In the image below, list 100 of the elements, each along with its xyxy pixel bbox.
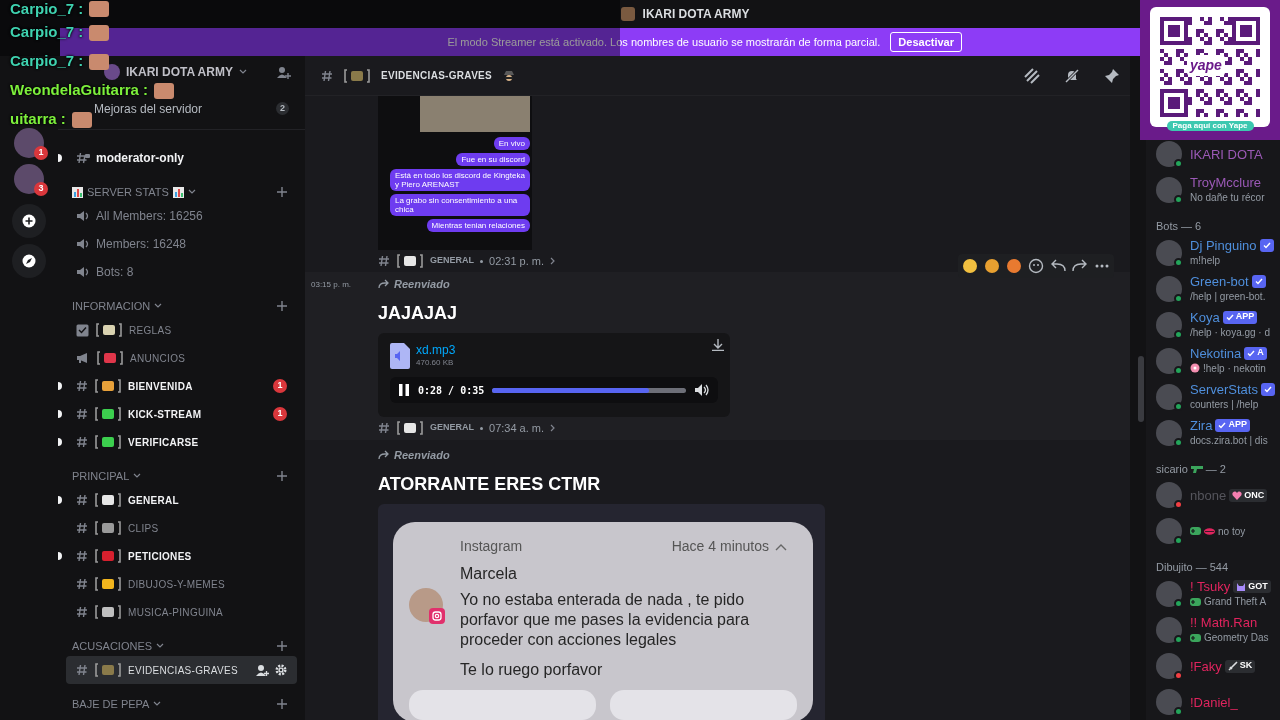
plus-icon[interactable] [277, 641, 287, 651]
member-item[interactable]: Dj Pinguino m!help [1156, 234, 1280, 271]
member-item[interactable]: IKARI DOTA [1156, 136, 1280, 172]
member-activity: m!help [1190, 253, 1220, 268]
pin-icon[interactable] [1104, 67, 1120, 84]
member-item[interactable]: no toy [1156, 513, 1280, 550]
channel-item[interactable]: KICK-STREAM 1 [66, 400, 297, 428]
channel-item[interactable]: PETICIONES [66, 542, 297, 570]
threads-icon[interactable] [1024, 67, 1040, 84]
chat-username: Carpio_7 : [10, 0, 84, 19]
chat-username: WeondelaGuitarra : [10, 80, 149, 101]
app-name: Instagram [460, 537, 524, 556]
volume-icon[interactable] [694, 383, 710, 397]
member-item[interactable]: !Daniel_ [1156, 684, 1280, 720]
add-reaction-icon[interactable] [1028, 258, 1044, 274]
hash-icon [76, 606, 88, 618]
add-server-button[interactable] [12, 204, 46, 238]
message-text: ATORRANTE ERES CTMR [378, 472, 602, 496]
member-activity: docs.zira.bot | dis [1190, 433, 1268, 448]
hash-icon [321, 69, 333, 82]
plus-icon[interactable] [277, 699, 287, 709]
forward-icon[interactable] [1072, 258, 1088, 274]
source-timestamp[interactable]: 02:31 p. m. [489, 252, 545, 270]
spy-icon [502, 68, 517, 83]
server-boost-link[interactable]: Mejoras del servidor [94, 99, 203, 118]
channel-item[interactable]: EVIDENCIAS-GRAVES [66, 656, 297, 684]
plus-icon[interactable] [277, 187, 287, 197]
member-item[interactable]: Koya APP /help · koya.gg · d [1156, 306, 1280, 343]
member-activity: /help | green-bot. [1190, 289, 1266, 304]
avatar-placeholder [1156, 239, 1182, 266]
file-name-link[interactable]: xd.mp3 [416, 343, 456, 357]
category-header[interactable]: ACUSACIONES [72, 637, 153, 655]
hash-icon [76, 664, 88, 676]
chevron-down-icon [154, 303, 163, 309]
member-activity: Geometry Das [1204, 631, 1269, 645]
channel-item[interactable]: CLIPS [66, 514, 297, 542]
member-item[interactable]: ! Tsuky GOT Grand Theft A [1156, 576, 1280, 612]
reaction-emoji-icon[interactable] [984, 258, 1000, 274]
member-item[interactable]: !! Math.Ran Geometry Das [1156, 612, 1280, 648]
add-member-icon[interactable] [256, 664, 269, 676]
checklist-icon [76, 323, 89, 337]
reaction-emoji-icon[interactable] [1006, 258, 1022, 274]
deactivate-button[interactable]: Desactivar [890, 32, 962, 52]
channel-item[interactable]: VERIFICARSE [66, 428, 297, 456]
pause-icon[interactable] [398, 383, 410, 397]
chevron-down-icon [187, 189, 196, 195]
member-item[interactable]: !Faky SK [1156, 648, 1280, 684]
member-count: — 544 [1195, 560, 1229, 576]
plus-icon[interactable] [277, 301, 287, 311]
reaction-emoji-icon[interactable] [962, 258, 978, 274]
category-header[interactable]: BAJE DE PEPA [72, 695, 150, 713]
member-item[interactable]: TroyMcclure No dañe tu récor [1156, 172, 1280, 208]
add-member-icon[interactable] [277, 65, 291, 79]
category-header[interactable]: INFORMACION [72, 297, 151, 315]
member-item[interactable]: nbone ONC [1156, 477, 1280, 514]
discover-button[interactable] [12, 244, 46, 278]
scrollbar-thumb[interactable] [1138, 356, 1144, 422]
server-icon[interactable] [14, 128, 44, 158]
category-header[interactable]: SERVER STATS [87, 183, 169, 201]
download-icon[interactable] [712, 339, 724, 351]
progress-track[interactable] [492, 387, 686, 393]
channel-item[interactable]: MUSICA-PINGUINA [66, 598, 297, 626]
hash-icon [378, 255, 390, 267]
hash-icon [76, 578, 88, 590]
channel-item[interactable]: moderator-only [66, 144, 297, 172]
source-channel-link[interactable]: GENERAL [430, 254, 474, 268]
sword-icon [1227, 661, 1238, 671]
source-timestamp[interactable]: 07:34 a. m. [489, 419, 545, 437]
reply-icon[interactable] [1050, 258, 1066, 274]
chat-username: uitarra : [10, 109, 66, 130]
hash-lock-icon [76, 152, 90, 164]
avatar-placeholder [1156, 311, 1182, 338]
member-name: Green-bot [1190, 273, 1249, 289]
member-item[interactable]: Nekotina A !help · nekotin [1156, 342, 1280, 379]
category-header[interactable]: PRINCIPAL [72, 467, 130, 485]
channel-name: EVIDENCIAS-GRAVES [381, 69, 493, 83]
source-channel-link[interactable]: GENERAL [430, 421, 474, 435]
plus-icon[interactable] [277, 471, 287, 481]
role-tag: SK [1224, 659, 1256, 673]
channel-item[interactable]: All Members: 16256 [66, 202, 297, 230]
member-name: nbone [1190, 487, 1227, 503]
role-tag: GOT [1233, 580, 1271, 593]
server-icon[interactable] [14, 164, 44, 194]
member-item[interactable]: ServerStats counters | /help [1156, 378, 1280, 415]
channel-item[interactable]: BIENVENIDA 1 [66, 372, 297, 400]
megaphone-icon [76, 352, 90, 364]
server-name[interactable]: IKARI DOTA ARMY [126, 65, 233, 79]
member-item[interactable]: Zira APP docs.zira.bot | dis [1156, 414, 1280, 451]
channel-item[interactable]: Bots: 8 [66, 258, 297, 286]
channel-item[interactable]: ANUNCIOS [66, 344, 297, 372]
mute-bell-icon[interactable] [1064, 67, 1080, 84]
chevron-down-icon [238, 69, 247, 75]
app-tag: APP [1215, 418, 1250, 432]
channel-item[interactable]: Members: 16248 [66, 230, 297, 258]
member-item[interactable]: Green-bot /help | green-bot. [1156, 270, 1280, 307]
member-count: — 6 [1181, 219, 1202, 235]
gear-icon[interactable] [275, 664, 287, 676]
channel-item[interactable]: REGLAS [66, 316, 297, 344]
channel-item[interactable]: DIBUJOS-Y-MEMES [66, 570, 297, 598]
channel-item[interactable]: GENERAL [66, 486, 297, 514]
